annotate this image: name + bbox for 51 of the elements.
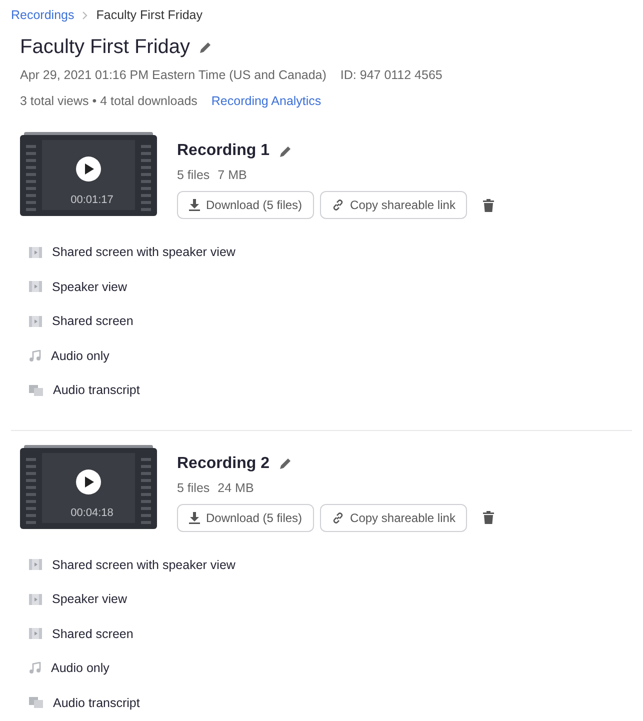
file-size: 24 MB: [218, 480, 254, 494]
video-file-icon: [29, 559, 42, 570]
video-file-icon: [29, 316, 42, 327]
file-link[interactable]: Audio transcript: [53, 696, 140, 710]
file-count: 5 files: [177, 480, 210, 494]
video-file-icon: [29, 594, 42, 605]
file-link[interactable]: Shared screen with speaker view: [52, 245, 236, 260]
download-icon: [189, 512, 200, 524]
music-note-icon: [29, 350, 41, 362]
video-file-icon: [29, 628, 42, 640]
view-stats: 3 total views • 4 total downloads: [20, 94, 198, 108]
file-link[interactable]: Shared screen: [52, 626, 134, 641]
meeting-datetime: Apr 29, 2021 01:16 PM Eastern Time (US and Canada): [20, 68, 326, 82]
breadcrumb-link[interactable]: Recordings: [11, 8, 74, 22]
copy-link-button[interactable]: Copy shareable link: [320, 191, 468, 219]
download-icon: [189, 199, 200, 211]
download-button[interactable]: Download (5 files): [177, 504, 314, 532]
meeting-id: ID: 947 0112 4565: [340, 68, 442, 82]
video-file-icon: [29, 246, 42, 258]
edit-icon[interactable]: [279, 457, 292, 470]
video-duration: 00:04:18: [70, 506, 114, 518]
edit-icon[interactable]: [199, 41, 212, 54]
analytics-link[interactable]: Recording Analytics: [211, 94, 322, 108]
file-link[interactable]: Shared screen with speaker view: [52, 558, 236, 572]
recording-title: Recording 2: [177, 454, 270, 472]
delete-icon[interactable]: [483, 198, 494, 212]
video-duration: 00:01:17: [70, 194, 114, 206]
meeting-title: Faculty First Friday: [20, 36, 190, 59]
delete-icon[interactable]: [483, 511, 494, 524]
edit-icon[interactable]: [279, 144, 292, 158]
file-link[interactable]: Shared screen: [52, 314, 134, 328]
transcript-icon: [29, 384, 43, 396]
chevron-icon: [82, 10, 88, 20]
video-thumbnail[interactable]: [20, 444, 157, 528]
transcript-icon: [29, 697, 43, 708]
video-file-icon: [29, 281, 42, 292]
download-button[interactable]: Download (5 files): [177, 191, 314, 219]
file-size: 7 MB: [218, 168, 247, 182]
music-note-icon: [29, 662, 41, 674]
copy-link-button[interactable]: Copy shareable link: [320, 504, 468, 532]
video-thumbnail[interactable]: [20, 132, 157, 216]
file-link[interactable]: Audio transcript: [53, 383, 140, 398]
file-link[interactable]: Audio only: [51, 661, 110, 676]
link-icon: [332, 512, 344, 524]
file-link[interactable]: Audio only: [51, 348, 110, 363]
file-link[interactable]: Speaker view: [52, 280, 128, 294]
breadcrumb-current: Faculty First Friday: [96, 8, 202, 22]
recording-title: Recording 1: [177, 142, 270, 160]
file-count: 5 files: [177, 168, 210, 182]
link-icon: [332, 199, 344, 211]
file-link[interactable]: Speaker view: [52, 592, 128, 606]
